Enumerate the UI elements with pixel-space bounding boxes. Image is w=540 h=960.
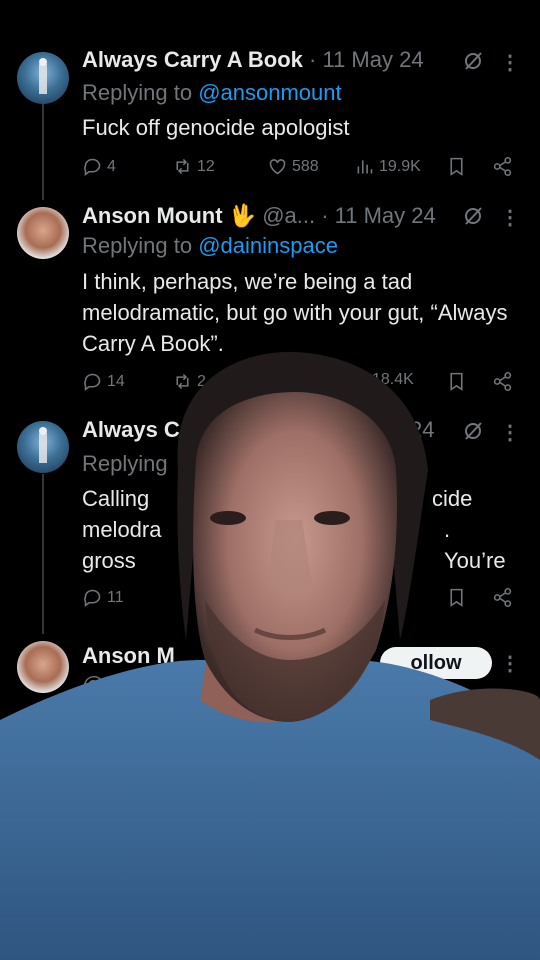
author-handle[interactable]: @a... (262, 203, 315, 228)
avatar[interactable] (17, 421, 69, 473)
tweet-date[interactable]: · 11 May 24 (321, 203, 436, 228)
like-button[interactable]: 588 (267, 156, 319, 177)
replying-to: Replying (82, 451, 168, 476)
share-button[interactable] (492, 587, 513, 608)
like-count: 588 (292, 157, 319, 175)
tweet-actions: 4 12 588 19.9K (82, 156, 522, 180)
reply-button[interactable]: 11 (82, 587, 124, 608)
avatar[interactable] (17, 641, 69, 693)
avatar[interactable] (17, 207, 69, 259)
bookmark-icon (450, 372, 463, 391)
replying-to: Replying to @daininspace (82, 233, 338, 258)
follow-button[interactable]: ollow (380, 647, 492, 679)
tweet-actions: 14 2 18.4K (82, 371, 522, 395)
repost-count: 12 (197, 157, 215, 175)
share-icon (493, 371, 512, 392)
repost-button[interactable]: 2 (172, 371, 206, 392)
tweet-date[interactable]: · 11 May 24 (309, 47, 424, 72)
repost-icon (176, 373, 189, 390)
author-name[interactable]: Anson M (82, 643, 175, 668)
tweet-header: Always Carry A Book · 11 May 24 (82, 47, 520, 73)
more-icon[interactable]: ⋮ (500, 50, 520, 75)
avatar[interactable] (17, 52, 69, 104)
share-button[interactable] (492, 371, 513, 392)
grok-icon[interactable] (462, 420, 484, 448)
tweet-text: Calling cide melodra. You’re gross (82, 486, 506, 573)
bookmark-icon (450, 157, 463, 176)
reply-count: 14 (107, 372, 125, 390)
repost-button[interactable]: 12 (172, 156, 215, 177)
replying-handle-link[interactable]: @daininspace (198, 233, 338, 258)
tweet-date[interactable]: 24 (410, 417, 434, 443)
bookmark-icon (450, 588, 463, 607)
reply-icon (84, 589, 101, 607)
author-name[interactable]: Always C (82, 417, 180, 442)
reply-icon (84, 158, 101, 176)
replying-to: Replying to @ansonmount (82, 80, 342, 105)
repost-icon (176, 158, 189, 175)
view-count: 18.4K (372, 371, 414, 388)
more-icon[interactable]: ⋮ (500, 205, 520, 230)
tweet-text: I think, perhaps, we’re being a tad melo… (82, 269, 508, 356)
author-handle[interactable]: @an (82, 672, 129, 698)
more-icon[interactable]: ⋮ (500, 651, 520, 676)
repost-count: 2 (197, 372, 206, 390)
heart-icon (269, 159, 286, 175)
tweet[interactable]: Anson Mount 🖖 @a... · 11 May 24 ⋮ Replyi… (0, 200, 540, 410)
reply-button[interactable]: 14 (82, 371, 125, 392)
reply-button[interactable]: 4 (82, 156, 116, 177)
bookmark-button[interactable] (446, 156, 467, 177)
grok-icon[interactable] (462, 50, 484, 78)
author-name[interactable]: Anson Mount (82, 203, 223, 228)
tweet[interactable]: Always Carry A Book · 11 May 24 ⋮ Replyi… (0, 0, 540, 200)
avatar-image (39, 58, 47, 94)
avatar-image (39, 427, 47, 463)
tweet-header: Always C (82, 417, 520, 443)
grok-icon[interactable] (462, 205, 484, 233)
views-icon (357, 160, 373, 174)
replying-handle-link[interactable]: @ansonmount (198, 80, 341, 105)
tweet-actions: 11 (82, 587, 522, 611)
share-icon (493, 156, 512, 177)
bookmark-button[interactable] (446, 371, 467, 392)
share-icon (493, 587, 512, 608)
tweet-header: Anson Mount 🖖 @a... · 11 May 24 (82, 203, 520, 229)
views-button[interactable]: 19.9K (354, 156, 421, 177)
author-name[interactable]: Always Carry A Book (82, 47, 303, 72)
view-count: 19.9K (379, 157, 421, 175)
more-icon[interactable]: ⋮ (500, 420, 520, 445)
tweet-text: Fuck off genocide apologist (82, 115, 350, 140)
bookmark-button[interactable] (446, 587, 467, 608)
views-button[interactable]: 18.4K (372, 371, 414, 389)
reply-icon (84, 373, 101, 391)
reply-count: 11 (107, 588, 124, 606)
emoji-vulcan-salute: 🖖 (228, 203, 257, 228)
reply-count: 4 (107, 157, 116, 175)
share-button[interactable] (492, 156, 513, 177)
tweet[interactable]: Always C 24 ⋮ Replying Calling cide melo… (0, 410, 540, 630)
